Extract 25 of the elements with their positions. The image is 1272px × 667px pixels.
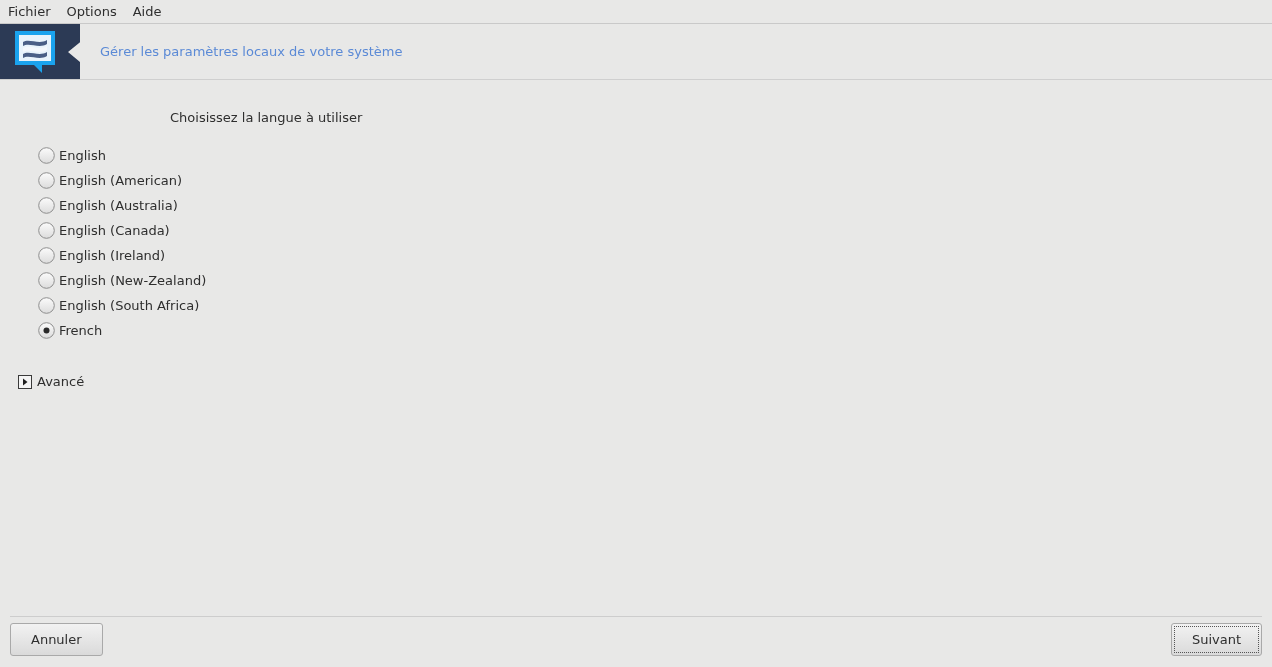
radio-icon[interactable] <box>38 297 55 314</box>
language-radio[interactable]: French <box>38 318 103 343</box>
radio-icon[interactable] <box>38 272 55 289</box>
speech-bubble-flag-icon <box>14 29 58 74</box>
language-radio[interactable]: English (Ireland) <box>38 243 166 268</box>
language-radio[interactable]: English (New-Zealand) <box>38 268 207 293</box>
menu-item[interactable]: Options <box>58 0 125 23</box>
radio-icon[interactable] <box>38 322 55 339</box>
radio-icon[interactable] <box>38 172 55 189</box>
language-radio[interactable]: English (Australia) <box>38 193 178 218</box>
language-radio[interactable]: English <box>38 143 106 168</box>
menu-item[interactable]: Aide <box>124 0 170 23</box>
next-button[interactable]: Suivant <box>1170 623 1262 656</box>
radio-icon[interactable] <box>38 222 55 239</box>
cancel-button[interactable]: Annuler <box>10 623 103 656</box>
menu-item[interactable]: Fichier <box>0 0 59 23</box>
prompt-label: Choisissez la langue à utiliser <box>170 109 363 126</box>
radio-icon[interactable] <box>38 197 55 214</box>
radio-icon[interactable] <box>38 147 55 164</box>
language-radio[interactable]: English (American) <box>38 168 183 193</box>
radio-icon[interactable] <box>38 247 55 264</box>
language-radio[interactable]: English (South Africa) <box>38 293 200 318</box>
language-radio[interactable]: English (Canada) <box>38 218 170 243</box>
advanced-expander[interactable]: Avancé <box>18 374 85 389</box>
banner-title: Gérer les paramètres locaux de votre système <box>100 44 403 59</box>
